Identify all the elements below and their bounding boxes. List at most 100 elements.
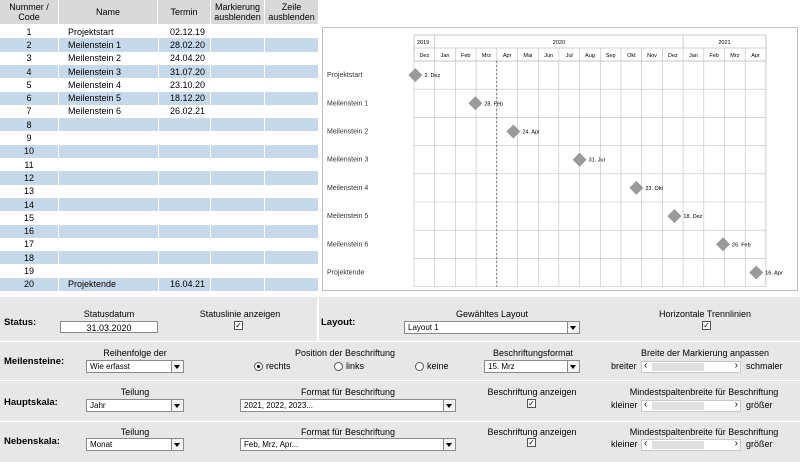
row-name[interactable]: [68, 185, 158, 198]
sub-show-checkbox[interactable]: ✓: [527, 438, 536, 447]
row-number[interactable]: 12: [0, 171, 58, 184]
scroll-thumb[interactable]: [652, 402, 704, 410]
row-date[interactable]: [170, 158, 214, 171]
marker-width-scrollbar[interactable]: ‹ ›: [641, 360, 741, 373]
table-row[interactable]: 4 Meilenstein 3 31.07.20: [0, 64, 318, 79]
row-name[interactable]: Meilenstein 2: [68, 52, 158, 65]
arrow-right-icon[interactable]: ›: [735, 360, 738, 371]
hlines-checkbox[interactable]: ✓: [702, 321, 711, 330]
row-name[interactable]: Meilenstein 3: [68, 65, 158, 78]
row-number[interactable]: 9: [0, 131, 58, 144]
row-number[interactable]: 8: [0, 118, 58, 131]
row-date[interactable]: 18.12.20: [170, 92, 214, 105]
table-row[interactable]: 9: [0, 131, 318, 145]
row-date[interactable]: 31.07.20: [170, 65, 214, 78]
radio-none[interactable]: [415, 362, 424, 371]
chevron-down-icon[interactable]: [567, 361, 579, 372]
row-name[interactable]: [68, 264, 158, 277]
row-name[interactable]: [68, 238, 158, 251]
row-date[interactable]: 28.02.20: [170, 38, 214, 51]
row-name[interactable]: [68, 211, 158, 224]
row-number[interactable]: 7: [0, 105, 58, 118]
table-row[interactable]: 17: [0, 237, 318, 252]
row-date[interactable]: [170, 171, 214, 184]
radio-right[interactable]: [254, 362, 263, 371]
format-select[interactable]: 15. Mrz: [484, 360, 580, 373]
arrow-right-icon[interactable]: ›: [735, 399, 738, 410]
arrow-left-icon[interactable]: ‹: [644, 399, 647, 410]
row-name[interactable]: Meilenstein 6: [68, 105, 158, 118]
table-row[interactable]: 10: [0, 144, 318, 158]
row-number[interactable]: 1: [0, 25, 58, 38]
row-date[interactable]: [170, 131, 214, 144]
table-row[interactable]: 11: [0, 158, 318, 172]
row-date[interactable]: 02.12.19: [170, 25, 214, 38]
row-number[interactable]: 18: [0, 251, 58, 264]
table-row[interactable]: 18: [0, 251, 318, 265]
arrow-left-icon[interactable]: ‹: [644, 438, 647, 449]
order-select[interactable]: Wie erfasst: [86, 360, 184, 373]
chevron-down-icon[interactable]: [443, 439, 455, 450]
row-name[interactable]: Meilenstein 5: [68, 92, 158, 105]
row-date[interactable]: 26.02.21: [170, 105, 214, 118]
sub-division-select[interactable]: Monat: [86, 438, 184, 451]
chevron-down-icon[interactable]: [443, 400, 455, 411]
row-number[interactable]: 3: [0, 52, 58, 65]
row-date[interactable]: [170, 118, 214, 131]
row-name[interactable]: [68, 145, 158, 158]
row-name[interactable]: Projektstart: [68, 25, 158, 38]
chevron-down-icon[interactable]: [171, 400, 183, 411]
main-min-width-scrollbar[interactable]: ‹ ›: [641, 399, 741, 412]
table-row[interactable]: 3 Meilenstein 2 24.04.20: [0, 51, 318, 65]
row-number[interactable]: 17: [0, 238, 58, 251]
chevron-down-icon[interactable]: [171, 439, 183, 450]
main-format-select[interactable]: 2021, 2022, 2023...: [240, 399, 456, 412]
row-name[interactable]: [68, 251, 158, 264]
row-name[interactable]: [68, 118, 158, 131]
main-show-checkbox[interactable]: ✓: [527, 399, 536, 408]
row-date[interactable]: 24.04.20: [170, 52, 214, 65]
row-number[interactable]: 11: [0, 158, 58, 171]
row-number[interactable]: 5: [0, 78, 58, 91]
row-date[interactable]: 16.04.21: [170, 278, 214, 291]
table-row[interactable]: 2 Meilenstein 1 28.02.20: [0, 38, 318, 52]
row-name[interactable]: Meilenstein 1: [68, 38, 158, 51]
chevron-down-icon[interactable]: [567, 322, 579, 333]
row-name[interactable]: Meilenstein 4: [68, 78, 158, 91]
row-number[interactable]: 19: [0, 264, 58, 277]
sub-format-select[interactable]: Feb, Mrz, Apr...: [240, 438, 456, 451]
main-division-select[interactable]: Jahr: [86, 399, 184, 412]
row-name[interactable]: [68, 225, 158, 238]
layout-select[interactable]: Layout 1: [404, 321, 580, 334]
table-row[interactable]: 13: [0, 184, 318, 198]
table-row[interactable]: 19: [0, 264, 318, 278]
sub-min-width-scrollbar[interactable]: ‹ ›: [641, 438, 741, 451]
row-date[interactable]: [170, 185, 214, 198]
row-name[interactable]: [68, 158, 158, 171]
row-date[interactable]: [170, 225, 214, 238]
row-name[interactable]: [68, 131, 158, 144]
row-number[interactable]: 10: [0, 145, 58, 158]
row-name[interactable]: Projektende: [68, 278, 158, 291]
table-row[interactable]: 15: [0, 211, 318, 225]
table-row[interactable]: 20 Projektende 16.04.21: [0, 277, 318, 291]
row-date[interactable]: [170, 251, 214, 264]
row-number[interactable]: 20: [0, 278, 58, 291]
row-number[interactable]: 14: [0, 198, 58, 211]
row-date[interactable]: [170, 198, 214, 211]
status-line-checkbox[interactable]: ✓: [234, 321, 243, 330]
table-row[interactable]: 5 Meilenstein 4 23.10.20: [0, 78, 318, 92]
row-number[interactable]: 15: [0, 211, 58, 224]
row-date[interactable]: [170, 264, 214, 277]
chevron-down-icon[interactable]: [171, 361, 183, 372]
row-number[interactable]: 13: [0, 185, 58, 198]
row-date[interactable]: 23.10.20: [170, 78, 214, 91]
radio-left[interactable]: [334, 362, 343, 371]
table-row[interactable]: 7 Meilenstein 6 26.02.21: [0, 104, 318, 119]
row-date[interactable]: [170, 211, 214, 224]
scroll-thumb[interactable]: [652, 441, 704, 449]
row-number[interactable]: 2: [0, 38, 58, 51]
table-row[interactable]: 14: [0, 197, 318, 212]
row-name[interactable]: [68, 198, 158, 211]
row-number[interactable]: 16: [0, 225, 58, 238]
